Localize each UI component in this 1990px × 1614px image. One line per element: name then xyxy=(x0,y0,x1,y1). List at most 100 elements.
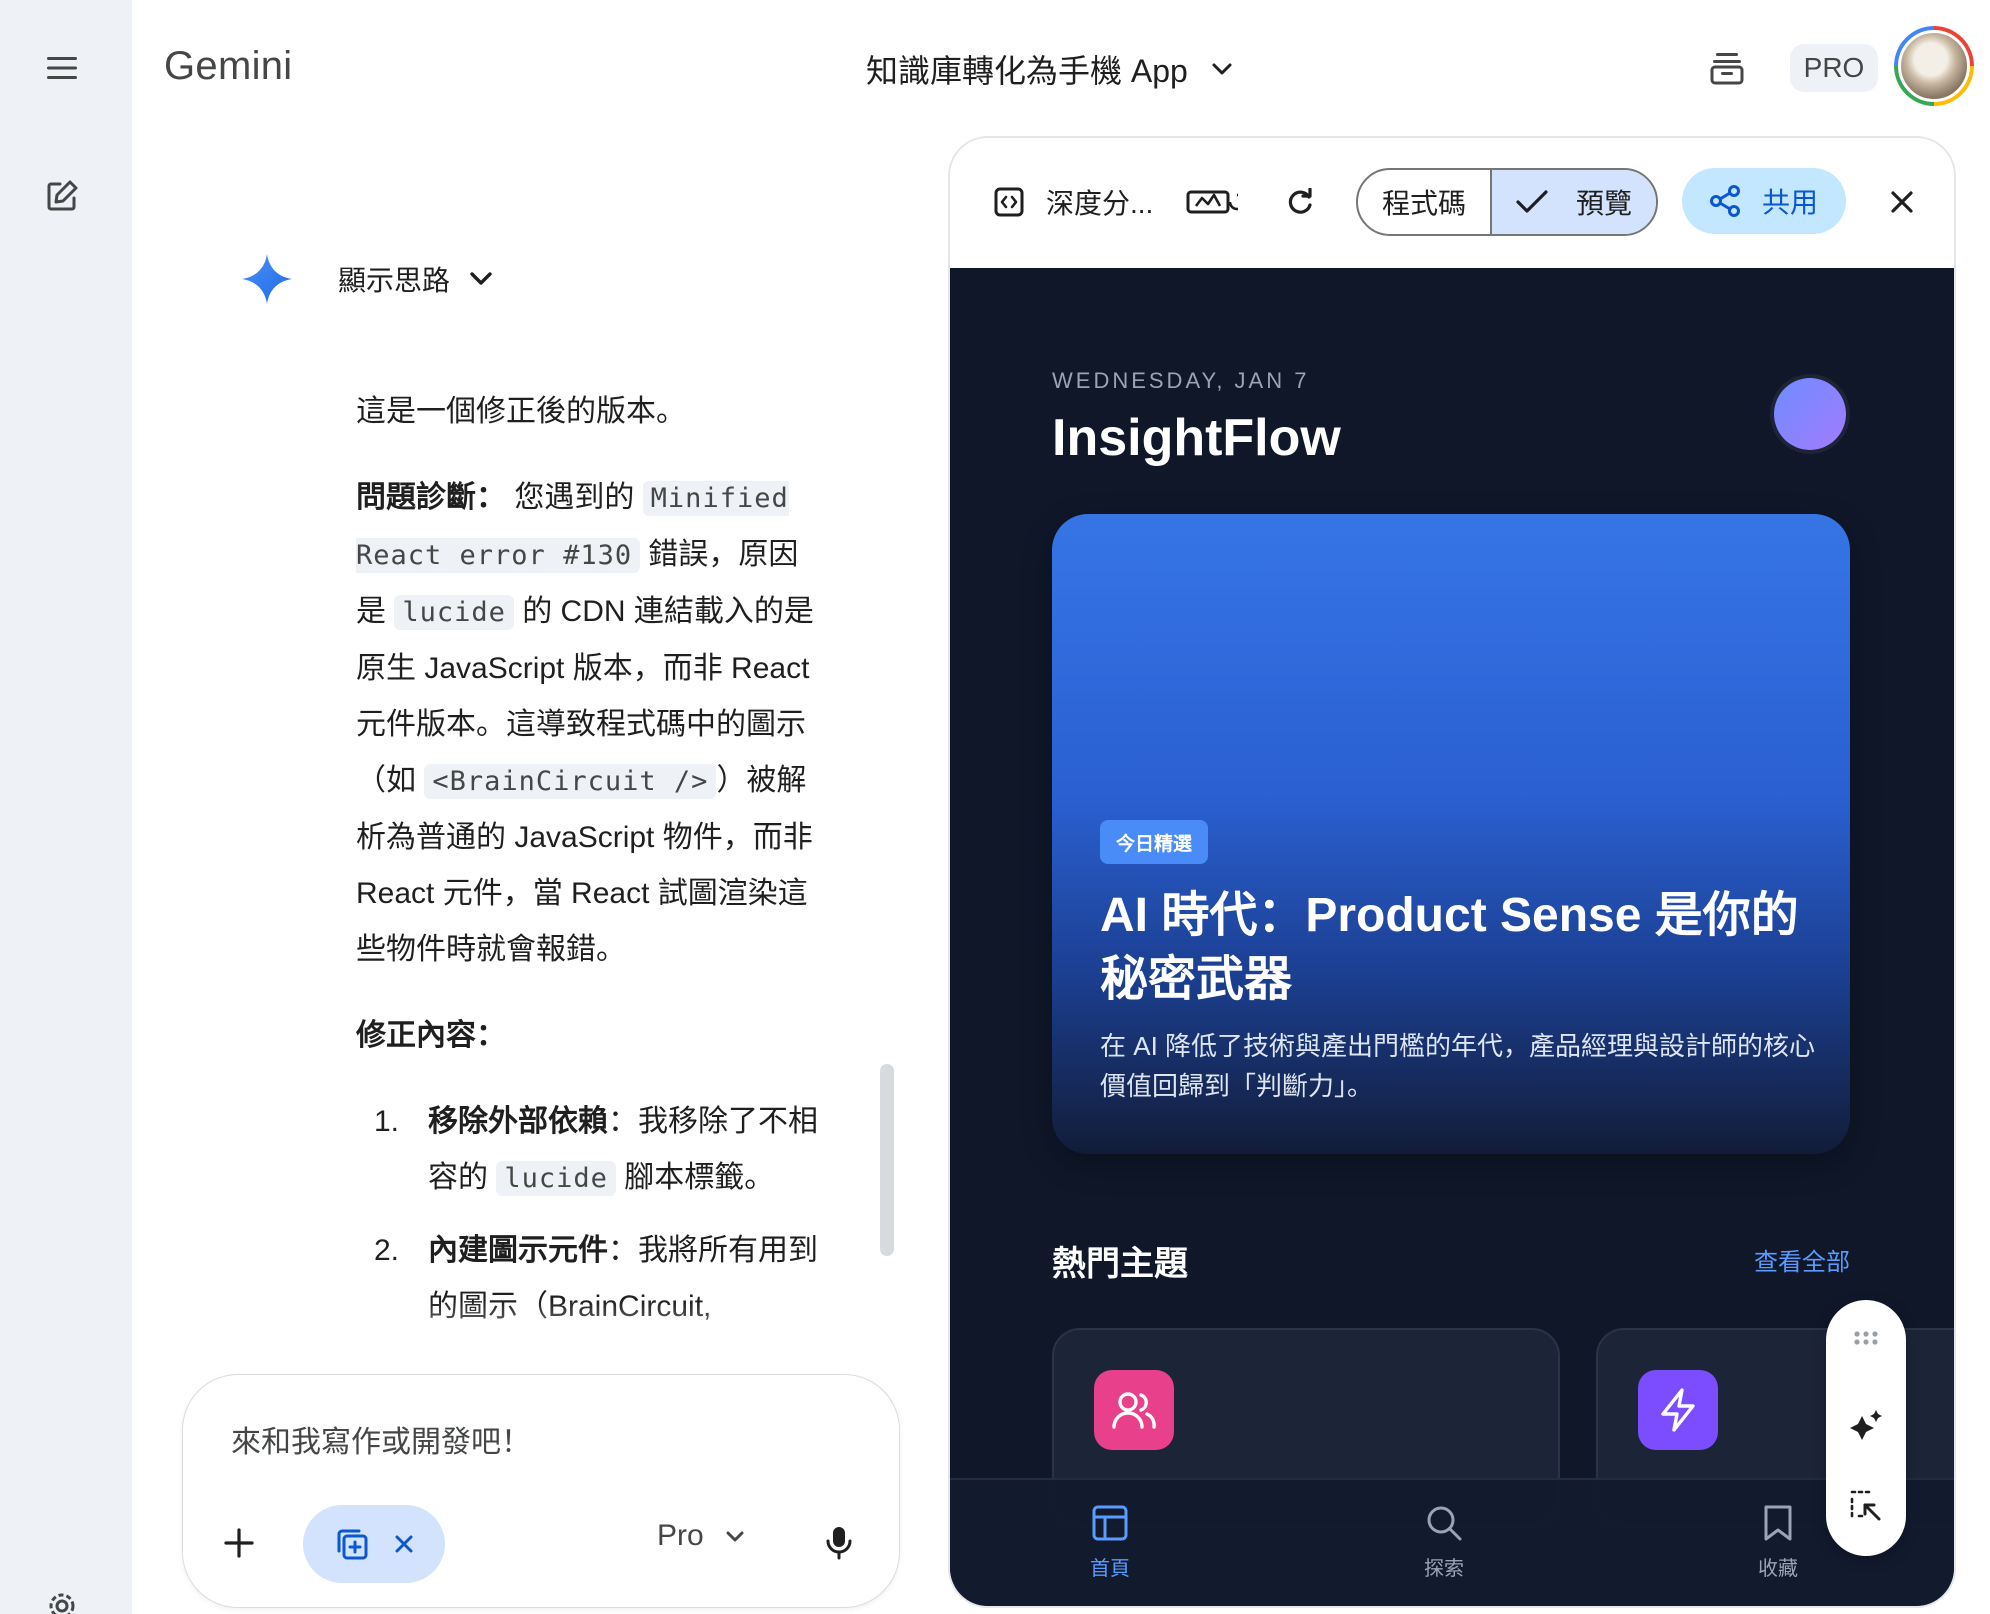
section-title: 熱門主題 xyxy=(1052,1245,1188,1283)
edit-icon xyxy=(47,180,78,211)
tab-preview-label: 預覽 xyxy=(1575,188,1632,219)
check-icon xyxy=(1516,190,1548,213)
diagnosis-paragraph: 問題診斷： 您遇到的 Minified React error #130 錯誤，… xyxy=(356,470,826,978)
featured-description: 在 AI 降低了技術與產出門檻的年代，產品經理與設計師的核心價值回歸到「判斷力」… xyxy=(1100,1031,1816,1101)
bottom-tab-bar: 首頁 探索 收藏 xyxy=(950,1478,1954,1606)
share-label: 共用 xyxy=(1761,187,1818,218)
chevron-down-icon xyxy=(726,1531,744,1541)
preview-brand: InsightFlow xyxy=(1052,409,1341,467)
search-icon xyxy=(1427,1506,1462,1541)
tab-saved[interactable]: 收藏 xyxy=(1718,1504,1838,1581)
list-item: 1. 移除外部依賴：我移除了不相容的 lucide 腳本標籤。 xyxy=(356,1094,826,1207)
users-icon xyxy=(1112,1392,1156,1429)
avatar[interactable] xyxy=(1894,26,1974,106)
list-number: 1. xyxy=(374,1105,400,1138)
avatar-photo xyxy=(1898,30,1970,102)
list-item-text: 移除外部依賴：我移除了不相容的 lucide 腳本標籤。 xyxy=(428,1094,826,1207)
see-all-link[interactable]: 查看全部 xyxy=(1754,1242,1850,1277)
preview-date: WEDNESDAY, JAN 7 xyxy=(1052,368,1310,393)
drag-dots-icon xyxy=(1854,1331,1878,1345)
app-preview: WEDNESDAY, JAN 7 InsightFlow 今日精選 AI 時代：… xyxy=(950,268,1954,1606)
canvas-panel: 深度分... 程式碼 預覽 共用 WEDNESDAY, JAN 7 Insigh… xyxy=(948,136,1956,1608)
topic-icon-bg xyxy=(1094,1370,1174,1450)
canvas-toolbar: 深度分... 程式碼 預覽 共用 xyxy=(950,138,1954,268)
version-history-button[interactable] xyxy=(1186,174,1238,230)
chevron-down-icon xyxy=(470,272,492,285)
bookmark-icon xyxy=(1764,1505,1792,1541)
new-chat-button[interactable] xyxy=(34,168,90,224)
main-menu-button[interactable] xyxy=(34,40,90,96)
canvas-icon xyxy=(337,1529,368,1560)
message-intro: 這是一個修正後的版本。 xyxy=(356,395,686,428)
list-item-label: 移除外部依賴 xyxy=(428,1105,608,1138)
featured-card[interactable]: 今日精選 AI 時代：Product Sense 是你的秘密武器 在 AI 降低… xyxy=(1052,514,1850,1154)
gemini-spark-icon xyxy=(242,254,292,304)
tab-code[interactable]: 程式碼 xyxy=(1358,170,1492,234)
close-panel-button[interactable] xyxy=(1872,172,1932,232)
tab-home[interactable]: 首頁 xyxy=(1050,1504,1170,1581)
model-selector[interactable]: Pro xyxy=(657,1519,744,1553)
message-text: 您遇到的 xyxy=(506,481,643,514)
document-title-button[interactable]: 深度分... xyxy=(994,174,1153,230)
refresh-button[interactable] xyxy=(1286,174,1314,230)
diagnosis-label: 問題診斷： xyxy=(356,481,506,514)
ai-edit-button[interactable] xyxy=(1838,1398,1894,1454)
canvas-tool-chip[interactable] xyxy=(303,1505,445,1583)
tab-preview[interactable]: 預覽 xyxy=(1492,170,1656,234)
featured-title: AI 時代：Product Sense 是你的秘密武器 xyxy=(1100,889,1799,1006)
show-thinking-label: 顯示思路 xyxy=(338,265,451,296)
view-toggle: 程式碼 預覽 xyxy=(1356,168,1658,236)
tab-label: 探索 xyxy=(1424,1558,1464,1580)
sparkle-edit-icon xyxy=(1850,1410,1882,1440)
close-icon xyxy=(1891,191,1913,213)
lightning-icon xyxy=(1661,1388,1695,1432)
message-text: 腳本標籤。 xyxy=(615,1161,775,1194)
select-element-button[interactable] xyxy=(1838,1478,1894,1534)
pro-badge[interactable]: PRO xyxy=(1790,44,1878,92)
inline-code: <BrainCircuit /> xyxy=(424,764,717,799)
scroll-fade xyxy=(356,1300,856,1370)
version-icon xyxy=(1186,190,1238,214)
tab-label: 首頁 xyxy=(1090,1558,1130,1580)
select-cursor-icon xyxy=(1850,1490,1881,1521)
fix-heading-text: 修正內容： xyxy=(356,1019,506,1052)
microphone-icon xyxy=(826,1527,852,1560)
add-attachment-button[interactable] xyxy=(211,1515,267,1571)
floating-tools xyxy=(1826,1300,1906,1556)
menu-icon xyxy=(47,57,77,79)
prompt-input[interactable]: 來和我寫作或開發吧！ xyxy=(231,1417,531,1461)
topic-icon-bg xyxy=(1638,1370,1718,1450)
tab-explore[interactable]: 探索 xyxy=(1384,1504,1504,1581)
app-title[interactable]: Gemini xyxy=(164,44,293,89)
drag-handle[interactable] xyxy=(1838,1310,1894,1366)
model-label: Pro xyxy=(657,1519,704,1552)
chat-scrollbar[interactable] xyxy=(880,1064,894,1256)
fix-list: 1. 移除外部依賴：我移除了不相容的 lucide 腳本標籤。 2. 內建圖示元… xyxy=(356,1094,826,1335)
conversation-title: 知識庫轉化為手機 App xyxy=(866,53,1188,89)
share-button[interactable]: 共用 xyxy=(1682,168,1846,234)
prompt-input-box[interactable]: 來和我寫作或開發吧！ Pro xyxy=(182,1374,900,1608)
archive-button[interactable] xyxy=(1699,40,1755,96)
assistant-message: 這是一個修正後的版本。 問題診斷： 您遇到的 Minified React er… xyxy=(356,384,826,1364)
settings-button[interactable] xyxy=(34,1578,90,1614)
close-icon xyxy=(395,1535,413,1553)
layout-icon xyxy=(1092,1505,1128,1541)
code-box-icon xyxy=(994,187,1024,217)
inline-code: lucide xyxy=(394,595,514,630)
share-icon xyxy=(1709,185,1740,217)
chevron-down-icon xyxy=(1212,63,1232,75)
stack-icon xyxy=(1710,53,1744,85)
plus-icon xyxy=(224,1528,254,1558)
document-title: 深度分... xyxy=(1046,188,1154,219)
gear-icon xyxy=(49,1593,75,1614)
conversation-title-dropdown[interactable]: 知識庫轉化為手機 App xyxy=(866,46,1232,92)
tab-label: 收藏 xyxy=(1758,1558,1798,1580)
profile-orb[interactable] xyxy=(1774,378,1846,450)
fix-heading: 修正內容： xyxy=(356,1008,826,1064)
inline-code: lucide xyxy=(496,1161,616,1196)
refresh-icon xyxy=(1288,188,1312,214)
list-item-label: 內建圖示元件 xyxy=(428,1234,608,1267)
featured-badge: 今日精選 xyxy=(1100,820,1209,864)
microphone-button[interactable] xyxy=(811,1515,867,1571)
show-thinking-toggle[interactable]: 顯示思路 xyxy=(240,252,492,306)
